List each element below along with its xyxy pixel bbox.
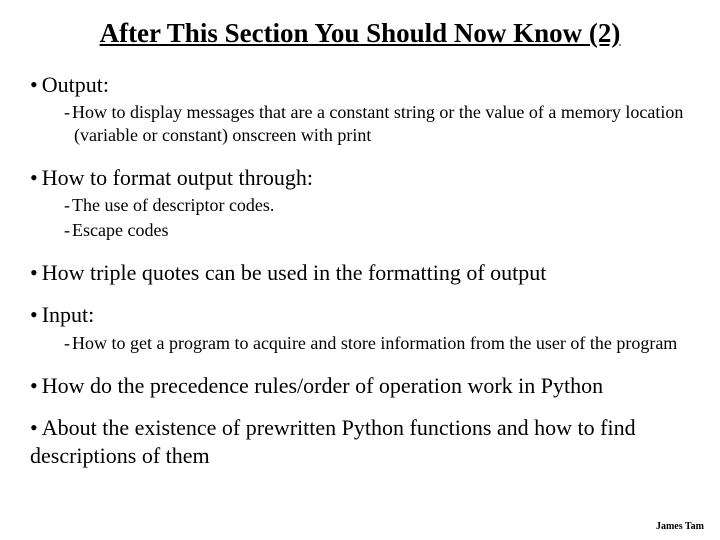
- sub-text: How to display messages that are a const…: [72, 102, 683, 145]
- bullet-format-output: •How to format output through:: [30, 164, 690, 192]
- bullet-text: How triple quotes can be used in the for…: [42, 260, 547, 285]
- bullet-input: •Input:: [30, 301, 690, 329]
- bullet-text: About the existence of prewritten Python…: [30, 415, 636, 468]
- bullet-text: Input:: [42, 302, 95, 327]
- footer-author: James Tam: [656, 521, 704, 532]
- sub-output-print: -How to display messages that are a cons…: [64, 101, 690, 146]
- bullet-triple-quotes: •How triple quotes can be used in the fo…: [30, 259, 690, 287]
- bullet-prewritten-functions: •About the existence of prewritten Pytho…: [30, 414, 690, 470]
- sub-text: The use of descriptor codes.: [72, 195, 274, 215]
- sub-escape-codes: -Escape codes: [64, 219, 690, 242]
- slide: After This Section You Should Now Know (…: [0, 0, 720, 540]
- bullet-text: How to format output through:: [42, 165, 313, 190]
- bullet-output: •Output:: [30, 71, 690, 99]
- sub-text: How to get a program to acquire and stor…: [72, 333, 677, 353]
- sub-text: Escape codes: [72, 220, 168, 240]
- bullet-precedence: •How do the precedence rules/order of op…: [30, 372, 690, 400]
- bullet-text: Output:: [42, 72, 109, 97]
- sub-descriptor-codes: -The use of descriptor codes.: [64, 194, 690, 217]
- sub-input-acquire: -How to get a program to acquire and sto…: [64, 332, 690, 355]
- slide-title: After This Section You Should Now Know (…: [30, 18, 690, 49]
- bullet-text: How do the precedence rules/order of ope…: [42, 373, 603, 398]
